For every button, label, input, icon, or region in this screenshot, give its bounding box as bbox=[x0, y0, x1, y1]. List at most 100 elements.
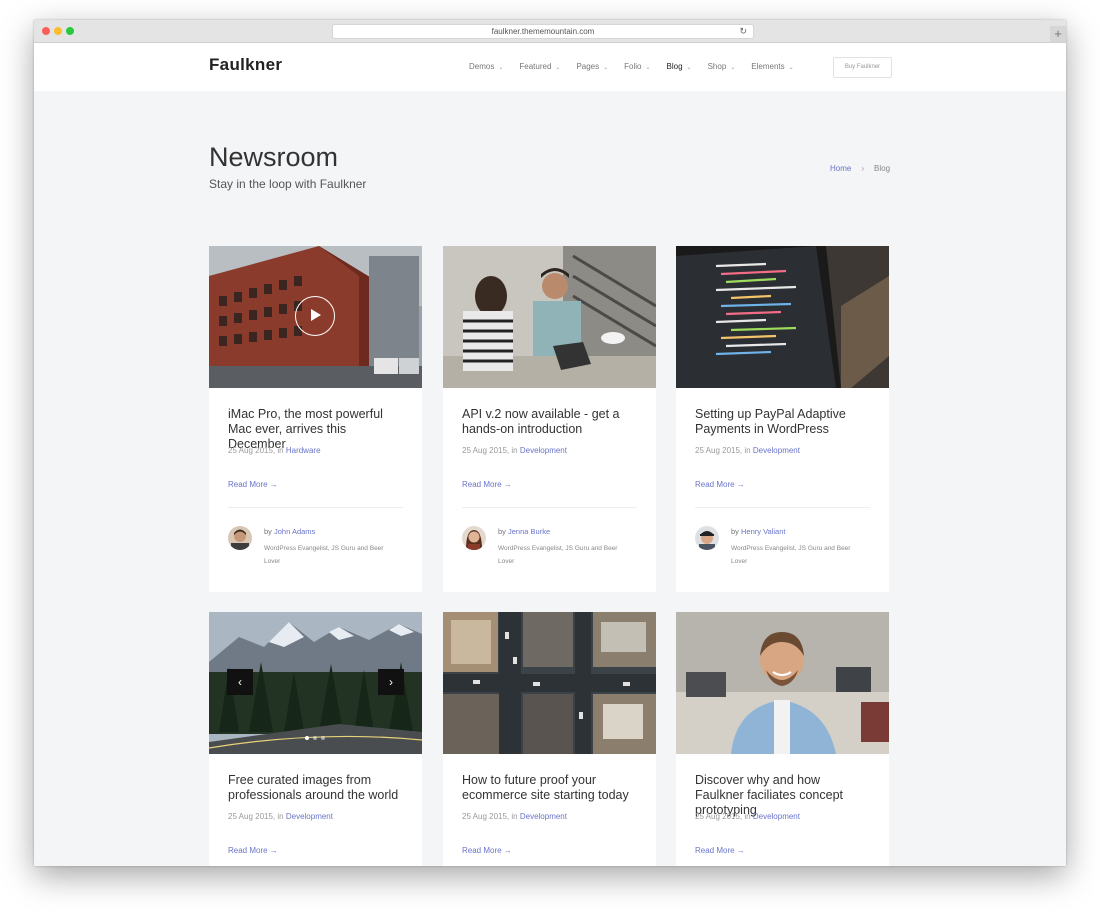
author-avatar[interactable] bbox=[228, 526, 252, 550]
chevron-right-icon: › bbox=[389, 675, 393, 689]
avatar-image bbox=[695, 526, 719, 550]
post-title[interactable]: How to future proof your ecommerce site … bbox=[462, 773, 637, 803]
reload-icon[interactable]: ↻ bbox=[739, 25, 747, 38]
post-title[interactable]: Free curated images from professionals a… bbox=[228, 773, 403, 803]
address-bar[interactable]: faulkner.thememountain.com ↻ bbox=[332, 24, 754, 39]
post-date: 25 Aug 2015, in bbox=[228, 446, 284, 455]
post-image-meeting[interactable] bbox=[443, 246, 656, 388]
menu-item-elements[interactable]: Elements ⌄ bbox=[751, 62, 793, 71]
chevron-down-icon: ⌄ bbox=[555, 65, 561, 71]
menu-item-pages[interactable]: Pages ⌄ bbox=[576, 62, 608, 71]
blog-card-api: API v.2 now available - get a hands-on i… bbox=[443, 246, 656, 592]
blog-card-ecommerce: How to future proof your ecommerce site … bbox=[443, 612, 656, 866]
menu-item-demos[interactable]: Demos ⌄ bbox=[469, 62, 503, 71]
author-byline: by Jenna Burke bbox=[498, 527, 550, 536]
post-title[interactable]: Discover why and how Faulkner faciliates… bbox=[695, 773, 870, 817]
chevron-down-icon: ⌄ bbox=[645, 65, 651, 71]
menu-item-label: Demos bbox=[469, 62, 495, 71]
author-avatar[interactable] bbox=[462, 526, 486, 550]
avatar-image bbox=[462, 526, 486, 550]
page-subtitle: Stay in the loop with Faulkner bbox=[209, 177, 367, 191]
slider-prev-button[interactable]: ‹ bbox=[227, 669, 253, 695]
new-tab-icon[interactable]: + bbox=[1050, 26, 1066, 42]
author-byline: by Henry Valiant bbox=[731, 527, 785, 536]
post-image-city[interactable] bbox=[443, 612, 656, 754]
post-category-link[interactable]: Development bbox=[753, 812, 800, 821]
menu-item-label: Blog bbox=[666, 62, 683, 71]
aerial-city-photo bbox=[443, 612, 656, 754]
post-date: 25 Aug 2015, in bbox=[462, 446, 518, 455]
office-portrait-photo bbox=[676, 612, 889, 754]
play-video-button[interactable] bbox=[295, 296, 335, 336]
post-title[interactable]: Setting up PayPal Adaptive Payments in W… bbox=[695, 407, 870, 437]
menu-item-label: Folio bbox=[624, 62, 642, 71]
post-title[interactable]: iMac Pro, the most powerful Mac ever, ar… bbox=[228, 407, 403, 451]
author-name-link[interactable]: Henry Valiant bbox=[741, 527, 785, 536]
blog-card-prototyping: Discover why and how Faulkner faciliates… bbox=[676, 612, 889, 866]
post-title[interactable]: API v.2 now available - get a hands-on i… bbox=[462, 407, 637, 437]
post-image-code[interactable] bbox=[676, 246, 889, 388]
blog-card-paypal: Setting up PayPal Adaptive Payments in W… bbox=[676, 246, 889, 592]
read-more-link[interactable]: Read More → bbox=[228, 480, 403, 489]
menu-item-label: Shop bbox=[707, 62, 727, 71]
author-avatar[interactable] bbox=[695, 526, 719, 550]
avatar-image bbox=[228, 526, 252, 550]
menu-item-label: Elements bbox=[751, 62, 785, 71]
blog-card-images: ‹ › Free curated images from professiona… bbox=[209, 612, 422, 866]
slider-dot[interactable] bbox=[321, 736, 325, 740]
author-bio: WordPress Evangelist, JS Guru and Beer L… bbox=[731, 545, 851, 565]
post-category-link[interactable]: Development bbox=[520, 812, 567, 821]
menu-item-folio[interactable]: Folio ⌄ bbox=[624, 62, 650, 71]
address-bar-url: faulkner.thememountain.com bbox=[491, 27, 595, 36]
main-menu: Demos ⌄ Featured ⌄ Pages ⌄ Folio ⌄ Blog ⌄ Sho… bbox=[469, 62, 810, 71]
post-author: by John Adams WordPress Evangelist, JS G… bbox=[228, 508, 403, 578]
post-meta: 25 Aug 2015, in Development bbox=[228, 812, 403, 821]
chevron-left-icon: ‹ bbox=[238, 675, 242, 689]
chevron-down-icon: ⌄ bbox=[788, 65, 794, 71]
breadcrumb-current: Blog bbox=[874, 164, 891, 173]
post-date: 25 Aug 2015, in bbox=[228, 812, 284, 821]
menu-item-label: Featured bbox=[519, 62, 552, 71]
author-name-link[interactable]: John Adams bbox=[274, 527, 315, 536]
code-screen-photo bbox=[676, 246, 889, 388]
buy-faulkner-button[interactable]: Buy Faulkner bbox=[833, 57, 892, 78]
chevron-down-icon: ⌄ bbox=[730, 65, 736, 71]
maximize-window-button[interactable] bbox=[66, 27, 74, 35]
slider-next-button[interactable]: › bbox=[378, 669, 404, 695]
read-more-link[interactable]: Read More → bbox=[462, 846, 637, 855]
post-category-link[interactable]: Development bbox=[286, 812, 333, 821]
post-author: by Jenna Burke WordPress Evangelist, JS … bbox=[462, 508, 637, 578]
post-meta: 25 Aug 2015, in Development bbox=[695, 446, 870, 455]
site-logo[interactable]: Faulkner bbox=[209, 55, 282, 75]
post-image-office[interactable] bbox=[676, 612, 889, 754]
menu-item-shop[interactable]: Shop ⌄ bbox=[708, 62, 736, 71]
author-bio: WordPress Evangelist, JS Guru and Beer L… bbox=[264, 545, 384, 565]
browser-window: faulkner.thememountain.com ↻ + Faulkner … bbox=[34, 20, 1066, 866]
author-by-label: by bbox=[498, 527, 506, 536]
close-window-button[interactable] bbox=[42, 27, 50, 35]
slider-dot[interactable] bbox=[313, 736, 317, 740]
post-image-slider[interactable]: ‹ › bbox=[209, 612, 422, 754]
post-category-link[interactable]: Development bbox=[520, 446, 567, 455]
read-more-link[interactable]: Read More → bbox=[695, 480, 870, 489]
page-title: Newsroom bbox=[209, 142, 339, 172]
chevron-down-icon: ⌄ bbox=[498, 65, 504, 71]
post-image-building[interactable] bbox=[209, 246, 422, 388]
author-byline: by John Adams bbox=[264, 527, 315, 536]
post-meta: 25 Aug 2015, in Hardware bbox=[228, 446, 403, 455]
post-category-link[interactable]: Development bbox=[753, 446, 800, 455]
read-more-link[interactable]: Read More → bbox=[462, 480, 637, 489]
menu-item-featured[interactable]: Featured ⌄ bbox=[519, 62, 560, 71]
browser-chrome: faulkner.thememountain.com ↻ + bbox=[34, 20, 1066, 43]
post-date: 25 Aug 2015, in bbox=[695, 812, 751, 821]
breadcrumb-home-link[interactable]: Home bbox=[830, 164, 851, 173]
post-category-link[interactable]: Hardware bbox=[286, 446, 321, 455]
minimize-window-button[interactable] bbox=[54, 27, 62, 35]
author-name-link[interactable]: Jenna Burke bbox=[508, 527, 550, 536]
read-more-link[interactable]: Read More → bbox=[695, 846, 870, 855]
slider-dot[interactable] bbox=[305, 736, 309, 740]
menu-item-blog[interactable]: Blog ⌄ bbox=[667, 62, 692, 71]
post-meta: 25 Aug 2015, in Development bbox=[695, 812, 870, 821]
breadcrumb-separator: › bbox=[861, 164, 865, 173]
read-more-link[interactable]: Read More → bbox=[228, 846, 403, 855]
